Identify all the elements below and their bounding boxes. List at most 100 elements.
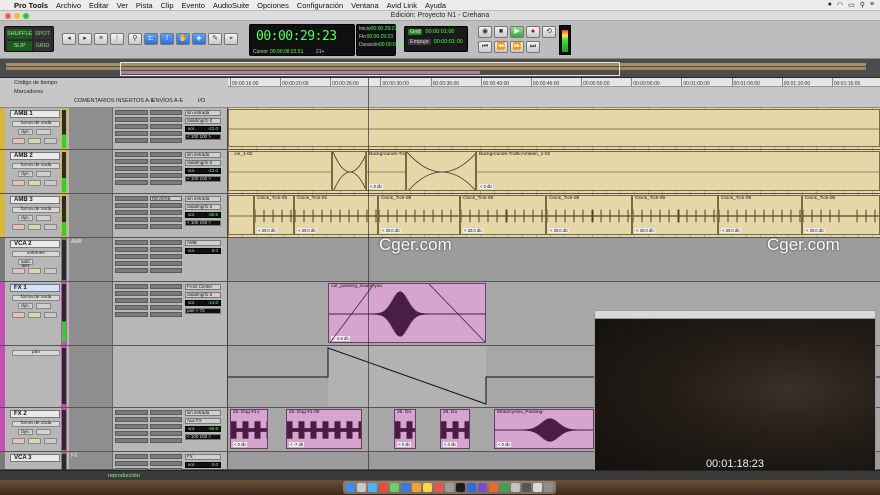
stop-icon[interactable]: ■	[494, 26, 508, 38]
track-volume-field[interactable]: vol. -30.6	[185, 212, 221, 218]
insert-slot[interactable]	[115, 254, 148, 259]
track-dyn-button[interactable]: auto leer	[18, 259, 33, 268]
audio-clip[interactable]: Backgrounds-TrafficAmbien_1-02 < 0 db	[476, 151, 880, 191]
track-rec-button[interactable]	[12, 312, 25, 318]
send-slot[interactable]	[150, 298, 182, 303]
audio-clip[interactable]: Backgrounds-Traff < 0 db	[366, 151, 406, 191]
insert-slot[interactable]	[115, 454, 148, 459]
audio-clip[interactable]	[332, 151, 366, 191]
menu-avid-link[interactable]: Avid Link	[387, 1, 417, 10]
track-comments-field[interactable]	[69, 108, 113, 149]
finder-icon[interactable]	[346, 483, 355, 492]
control-center-icon[interactable]: ≡	[870, 1, 874, 9]
mail-icon[interactable]	[401, 483, 410, 492]
track-view-selector[interactable]: forma de onda	[12, 295, 60, 301]
send-slot[interactable]	[150, 424, 182, 429]
send-slot[interactable]	[150, 117, 182, 122]
app-icon[interactable]	[489, 483, 498, 492]
track-mute-button[interactable]	[44, 268, 57, 274]
track-dyn-button[interactable]: dyn.	[18, 429, 33, 435]
pencil-tool-icon[interactable]: ✎	[208, 33, 222, 45]
smart-tool-icon[interactable]: ⌖	[224, 33, 238, 45]
insert-slot[interactable]	[115, 110, 148, 115]
audio-clip[interactable]: 26. Dog #1-(< 0 db	[230, 409, 268, 449]
universe-overview[interactable]	[0, 59, 880, 78]
menu-ver[interactable]: Ver	[117, 1, 128, 10]
photos-icon[interactable]	[412, 483, 421, 492]
selection-end-field[interactable]: 00:00:29:23	[367, 33, 393, 41]
track-comments-field[interactable]: AMB	[69, 238, 113, 281]
fast-forward-icon[interactable]: ⏩	[510, 41, 524, 53]
insert-slot[interactable]	[115, 424, 148, 429]
scrubber-tool-icon[interactable]: ◈	[192, 33, 206, 45]
track-name[interactable]: AMB 3	[10, 196, 60, 204]
track-name[interactable]: AMB 1	[10, 110, 60, 118]
track-output-selector[interactable]: Salidmgrl1-2	[185, 160, 221, 166]
insert-slot[interactable]	[115, 203, 148, 208]
selection-start-field[interactable]: 00:00:29:23	[371, 25, 397, 33]
track-comments-field[interactable]	[69, 150, 113, 193]
send-slot[interactable]	[150, 454, 182, 459]
track-output-selector[interactable]: Salidmgrl1-2	[185, 204, 221, 210]
app-store-icon[interactable]	[467, 483, 476, 492]
send-slot[interactable]	[150, 173, 182, 178]
battery-icon[interactable]: ▭	[848, 1, 855, 9]
track-comments-field[interactable]	[69, 194, 113, 237]
send-slot[interactable]	[150, 210, 182, 215]
track-comments-field[interactable]	[69, 346, 113, 407]
search-icon[interactable]: ⚲	[860, 1, 865, 9]
send-slot[interactable]	[150, 131, 182, 136]
mode-grid-button[interactable]: GRID	[34, 41, 51, 51]
insert-slot[interactable]	[115, 298, 148, 303]
send-slot[interactable]: REVERB	[150, 196, 182, 201]
notes-icon[interactable]	[423, 483, 432, 492]
track-solo-button[interactable]	[28, 224, 41, 230]
audio-clip[interactable]: Clock_Tick-06 < 30.0 db	[460, 195, 546, 235]
selection-length-field[interactable]: 00:00:00:00	[379, 41, 405, 49]
track-rec-button[interactable]	[12, 268, 25, 274]
audio-clip[interactable]: Clock_Tick-01 < 30.0 db	[294, 195, 378, 235]
track-playlist-button[interactable]	[36, 429, 51, 435]
insert-slot[interactable]	[115, 173, 148, 178]
audio-clip[interactable]	[228, 109, 880, 147]
mode-spot-button[interactable]: SPOT	[34, 29, 51, 39]
track-input-selector[interactable]: sin entrada	[185, 110, 221, 116]
track-input-selector[interactable]: AMB	[185, 240, 221, 246]
audio-clip[interactable]	[406, 151, 476, 191]
track-lane[interactable]: ...nn_1-02 Backgrounds-Traff < 0 db Backgro…	[228, 150, 880, 193]
track-rec-button[interactable]	[12, 138, 25, 144]
track-solo-button[interactable]	[28, 438, 41, 444]
track-playlist-button[interactable]	[36, 171, 51, 177]
send-slot[interactable]	[150, 417, 182, 422]
selector-tool-icon[interactable]: I	[160, 33, 174, 45]
track-input-selector[interactable]: Front Center	[185, 284, 221, 290]
audio-clip[interactable]: Clock_Tick-06 < 30.0 db	[632, 195, 718, 235]
rewind-icon[interactable]: ⏪	[494, 41, 508, 53]
menu-extra-icon[interactable]: ●	[828, 1, 832, 9]
track-input-selector[interactable]: sin entrada	[185, 152, 221, 158]
track-dyn-button[interactable]: dyn.	[18, 303, 33, 309]
timeline-ruler[interactable]: 00:00:16:00 00:00:20:00 00:00:26:00 00:00:3…	[228, 78, 880, 108]
menu-ventana[interactable]: Ventana	[351, 1, 379, 10]
menu-archivo[interactable]: Archivo	[56, 1, 81, 10]
audio-clip[interactable]: 26. Dog #1-06 < -7 db	[286, 409, 362, 449]
send-slot[interactable]	[150, 159, 182, 164]
track-rec-button[interactable]	[12, 224, 25, 230]
track-solo-button[interactable]	[28, 180, 41, 186]
record-icon[interactable]: ●	[526, 26, 540, 38]
video-window[interactable]: 00:01:18:23	[594, 310, 876, 476]
menu-clip[interactable]: Clip	[161, 1, 174, 10]
send-slot[interactable]	[150, 240, 182, 245]
send-slot[interactable]	[150, 254, 182, 259]
audio-clip[interactable]: car_passing_sound-you < -2.6 db	[328, 283, 486, 343]
track-comments-field[interactable]	[69, 282, 113, 345]
send-slot[interactable]	[150, 110, 182, 115]
insert-slot[interactable]	[115, 210, 148, 215]
insert-slot[interactable]	[115, 417, 148, 422]
track-mute-button[interactable]	[44, 180, 57, 186]
insert-slot[interactable]	[115, 138, 148, 143]
safari-icon[interactable]	[368, 483, 377, 492]
app-icon[interactable]	[522, 483, 531, 492]
insert-slot[interactable]	[115, 438, 148, 443]
track-lane[interactable]: Clock_Tick-05 < 30.0 db Clock_Tick-01 < 30.…	[228, 194, 880, 237]
